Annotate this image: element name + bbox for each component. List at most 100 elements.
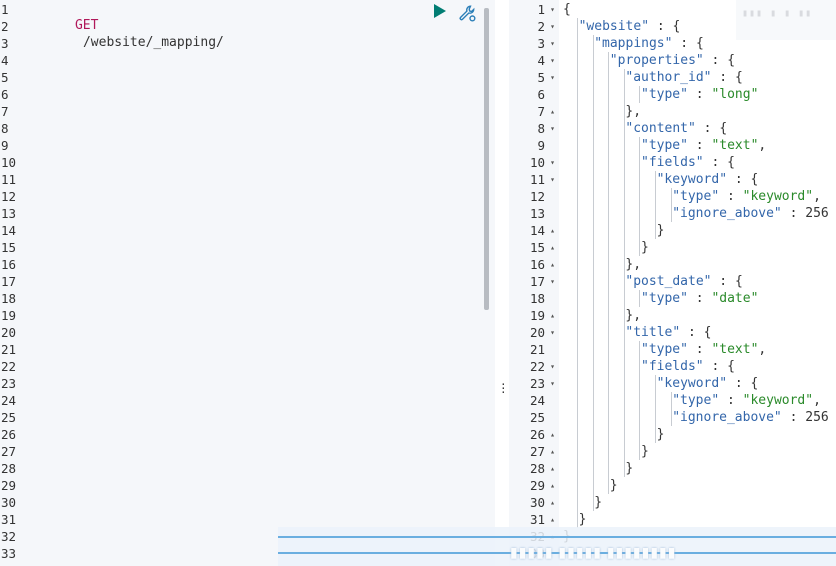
request-editor[interactable]: 1 2 3 4 5 6 7 8 9 10 11 12 13 14 15 16 17 18 19 20 21 22 23 24 2…	[0, 0, 495, 566]
fold-caret-up-icon[interactable]: ▴	[550, 460, 555, 477]
json-string: "date"	[711, 291, 759, 306]
response-line: "fields" : {	[641, 154, 735, 171]
watermark: ▮▮▮▮▮ ▮▮▮▮▮ ▮▮▮▮▮▮▮▮	[510, 544, 677, 560]
json-string: "keyword"	[742, 393, 814, 408]
json-key: "properties"	[609, 53, 704, 68]
json-key: "keyword"	[656, 376, 728, 391]
response-line-number: 27	[529, 444, 545, 459]
request-line-gutter: 1 2 3 4 5 6 7 8 9 10 11 12 13 14 15 16 17 18 19 20 21 22 23 24 2…	[0, 0, 24, 566]
fold-caret-up-icon[interactable]: ▴	[550, 307, 555, 324]
response-line-number: 28	[529, 461, 545, 476]
indent-guide	[670, 392, 672, 426]
response-line-number: 13	[529, 206, 545, 221]
response-line-number: 3	[537, 36, 545, 51]
fold-caret-up-icon[interactable]: ▴	[550, 443, 555, 460]
response-line-number: 21	[529, 342, 545, 357]
response-line: }	[610, 477, 618, 494]
json-key: "post_date"	[625, 274, 712, 289]
fold-caret-up-icon[interactable]: ▴	[550, 256, 555, 273]
fold-caret-down-icon[interactable]: ▾	[550, 52, 555, 69]
response-viewer: 1 ▾ 2 ▾ 3 ▾ 4 ▾ 5 ▾ 6 7 ▴ 8 ▾ 9 10 ▾ 11 ▾ 12 13 14 ▴ 15 ▴ 16 ▴ 17 ▾ 18…	[509, 0, 836, 566]
fold-caret-down-icon[interactable]: ▾	[550, 120, 555, 137]
request-line-number: 9	[1, 138, 9, 153]
json-punctuation: :	[781, 410, 806, 425]
response-line-number: 11	[529, 172, 545, 187]
json-punctuation: }	[578, 512, 587, 527]
json-punctuation: : {	[727, 376, 759, 391]
request-scrollbar[interactable]	[484, 8, 489, 310]
request-line-number: 20	[1, 325, 17, 340]
response-text-area: {"website" : {"mappings" : {"properties"…	[559, 0, 836, 566]
request-line-number: 18	[1, 291, 17, 306]
json-key: "author_id"	[625, 70, 712, 85]
request-line-number: 32	[1, 529, 17, 544]
response-line: "ignore_above" : 256	[672, 409, 829, 426]
request-line-number: 11	[1, 172, 17, 187]
fold-caret-up-icon[interactable]: ▴	[550, 511, 555, 528]
request-line-number: 8	[1, 121, 9, 136]
indent-guide	[592, 35, 594, 511]
json-punctuation: : {	[703, 359, 735, 374]
indent-guide	[670, 188, 672, 222]
fold-caret-down-icon[interactable]: ▾	[550, 273, 555, 290]
response-line: },	[625, 307, 641, 324]
json-punctuation: ,	[758, 138, 767, 153]
selection-line-top	[278, 536, 836, 538]
response-line: "post_date" : {	[625, 273, 742, 290]
response-line: "mappings" : {	[594, 35, 704, 52]
json-punctuation: }	[594, 495, 603, 510]
fold-caret-up-icon[interactable]: ▴	[550, 239, 555, 256]
response-line: {	[563, 1, 571, 18]
request-line-number: 26	[1, 427, 17, 442]
fold-caret-down-icon[interactable]: ▾	[550, 154, 555, 171]
response-line-number: 7	[537, 104, 545, 119]
response-line-number: 18	[529, 291, 545, 306]
response-line-number: 16	[529, 257, 545, 272]
json-key: "mappings"	[594, 36, 673, 51]
request-line-number: 30	[1, 495, 17, 510]
json-key: "type"	[641, 291, 688, 306]
fold-caret-up-icon[interactable]: ▴	[550, 477, 555, 494]
response-toolbar: ▮▮▮ ▮ ▮ ▮▮	[736, 0, 836, 40]
response-line-number: 2	[537, 19, 545, 34]
json-punctuation: : {	[695, 121, 728, 136]
json-string: "text"	[711, 138, 759, 153]
run-request-button[interactable]	[434, 4, 446, 18]
fold-caret-down-icon[interactable]: ▾	[550, 69, 555, 86]
response-line: }	[579, 511, 587, 528]
fold-caret-down-icon[interactable]: ▾	[550, 324, 555, 341]
request-line-number: 16	[1, 257, 17, 272]
request-line[interactable]: GET /website/_mapping/	[28, 0, 224, 50]
json-punctuation: :	[687, 291, 712, 306]
json-string: "keyword"	[742, 189, 814, 204]
request-line-number: 19	[1, 308, 17, 323]
fold-caret-up-icon[interactable]: ▴	[550, 103, 555, 120]
request-line-number: 28	[1, 461, 17, 476]
request-line-number: 1	[1, 2, 9, 17]
response-line: "author_id" : {	[625, 69, 742, 86]
fold-caret-up-icon[interactable]: ▴	[550, 426, 555, 443]
json-punctuation: }	[625, 461, 634, 476]
fold-caret-down-icon[interactable]: ▾	[550, 1, 555, 18]
fold-caret-down-icon[interactable]: ▾	[550, 358, 555, 375]
fold-caret-up-icon[interactable]: ▴	[550, 222, 555, 239]
fold-caret-down-icon[interactable]: ▾	[550, 18, 555, 35]
json-string: "long"	[711, 87, 759, 102]
json-punctuation: :	[781, 206, 806, 221]
fold-caret-down-icon[interactable]: ▾	[550, 171, 555, 188]
request-text-area[interactable]: GET /website/_mapping/	[24, 0, 495, 566]
fold-caret-down-icon[interactable]: ▾	[550, 35, 555, 52]
fold-caret-down-icon[interactable]: ▾	[550, 375, 555, 392]
response-line-number: 25	[529, 410, 545, 425]
pane-resizer[interactable]: · · ·	[495, 0, 509, 566]
vertical-ellipsis-icon[interactable]: · · ·	[500, 379, 507, 398]
response-line-number: 22	[529, 359, 545, 374]
json-punctuation: ,	[813, 189, 821, 204]
request-line-number: 29	[1, 478, 17, 493]
fold-caret-up-icon[interactable]: ▴	[550, 494, 555, 511]
json-punctuation: :	[687, 342, 712, 357]
request-line-number: 23	[1, 376, 17, 391]
json-punctuation: :	[719, 393, 743, 408]
request-line-number: 22	[1, 359, 17, 374]
wrench-icon[interactable]	[458, 4, 476, 22]
